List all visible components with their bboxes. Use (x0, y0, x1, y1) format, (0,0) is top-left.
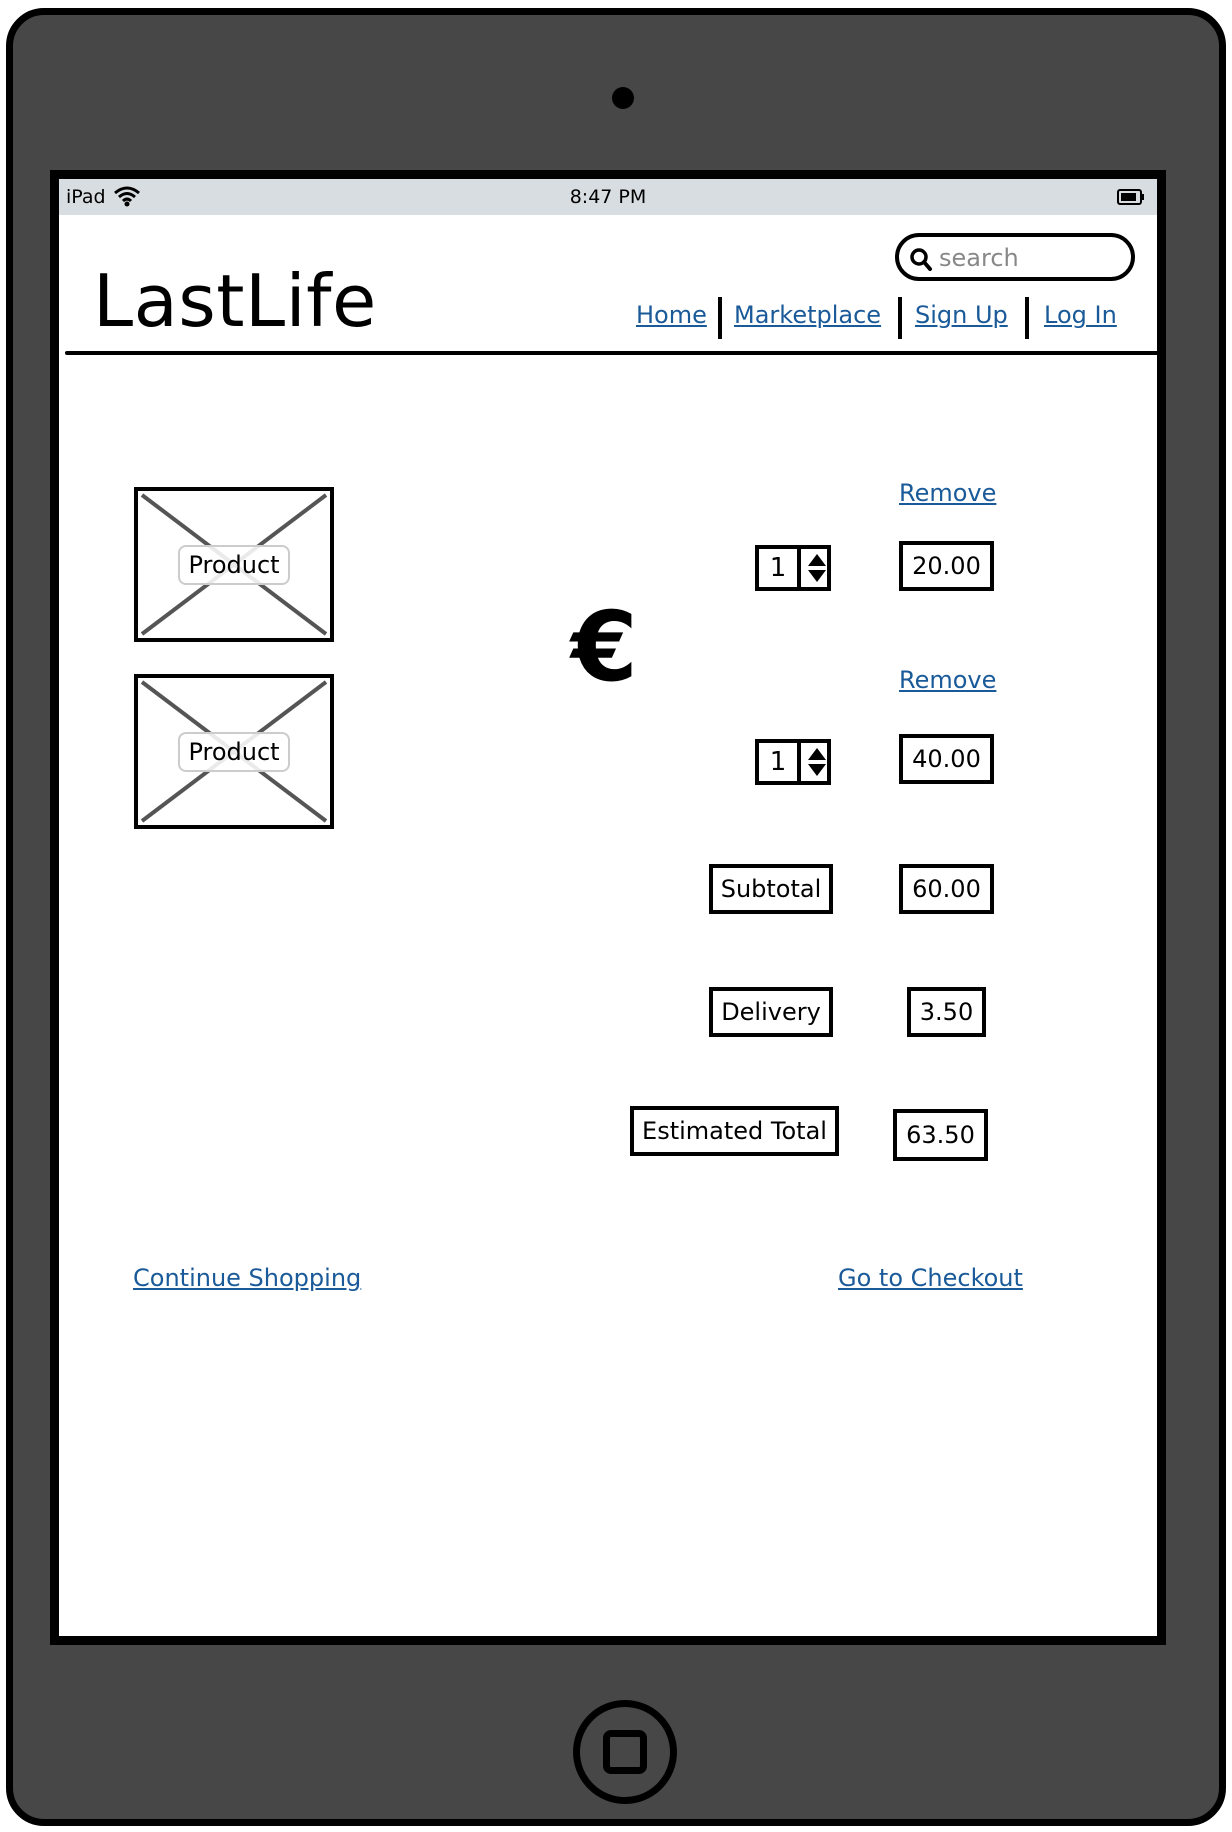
search-input[interactable] (939, 243, 1119, 273)
continue-shopping-link[interactable]: Continue Shopping (133, 1264, 361, 1292)
camera-icon (612, 87, 634, 109)
nav-log-in[interactable]: Log In (1044, 301, 1117, 329)
home-button[interactable] (573, 1700, 677, 1804)
product-image[interactable]: Product (134, 487, 334, 642)
go-to-checkout-link[interactable]: Go to Checkout (838, 1264, 1023, 1292)
battery-icon (1117, 189, 1144, 205)
quantity-stepper[interactable]: 1 (755, 545, 831, 591)
nav-home[interactable]: Home (636, 301, 707, 329)
search-icon (910, 248, 932, 271)
stepper-arrows[interactable] (805, 743, 827, 781)
quantity-stepper[interactable]: 1 (755, 739, 831, 785)
item-price: 20.00 (899, 541, 994, 591)
home-square-icon (603, 1730, 647, 1774)
delivery-label: Delivery (709, 987, 833, 1037)
nav-sign-up[interactable]: Sign Up (915, 301, 1008, 329)
nav-marketplace[interactable]: Marketplace (734, 301, 881, 329)
status-time: 8:47 PM (569, 186, 647, 208)
main-nav: Home Marketplace Sign Up Log In (59, 297, 1157, 339)
remove-link[interactable]: Remove (899, 666, 996, 694)
screen: iPad 8:47 PM LastLife Home Marketplace S… (50, 170, 1166, 1645)
product-image-label: Product (178, 545, 290, 585)
delivery-value: 3.50 (907, 987, 986, 1037)
item-price: 40.00 (899, 734, 994, 784)
subtotal-label: Subtotal (709, 864, 833, 914)
up-down-icon (808, 748, 826, 776)
product-image-label: Product (178, 732, 290, 772)
nav-separator (1025, 297, 1029, 339)
nav-separator (718, 297, 722, 339)
search-box[interactable] (895, 233, 1135, 281)
quantity-value[interactable]: 1 (759, 743, 801, 781)
status-bar: iPad 8:47 PM (59, 179, 1157, 215)
estimated-total-value: 63.50 (893, 1109, 988, 1161)
estimated-total-label: Estimated Total (630, 1106, 839, 1156)
currency-symbol: € (571, 591, 638, 703)
quantity-value[interactable]: 1 (759, 549, 801, 587)
stepper-arrows[interactable] (805, 549, 827, 587)
up-down-icon (808, 554, 826, 582)
header-divider (65, 351, 1157, 355)
remove-link[interactable]: Remove (899, 479, 996, 507)
subtotal-value: 60.00 (899, 864, 994, 914)
nav-separator (898, 297, 902, 339)
product-image[interactable]: Product (134, 674, 334, 829)
